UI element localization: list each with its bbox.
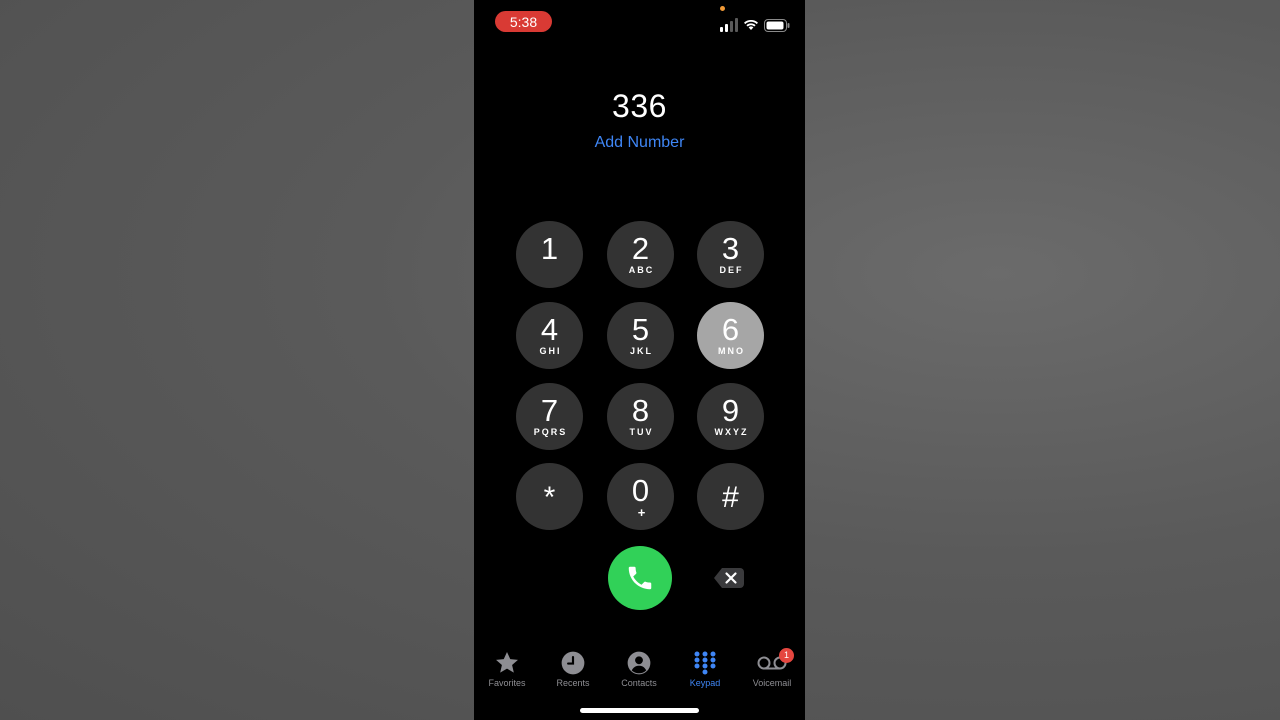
key-3[interactable]: 3 DEF <box>697 221 764 288</box>
key-6[interactable]: 6 MNO <box>697 302 764 369</box>
key-letters: DEF <box>719 265 744 275</box>
key-letters: TUV <box>629 427 654 437</box>
status-time: 5:38 <box>509 13 538 30</box>
battery-icon <box>764 19 790 32</box>
signal-icon <box>720 18 738 32</box>
clock-icon <box>561 651 585 675</box>
key-digit: 6 <box>721 312 740 347</box>
tab-label: Voicemail <box>752 678 792 688</box>
dialed-number: 336 <box>612 88 667 124</box>
key-digit: 5 <box>631 312 650 347</box>
status-time-pill[interactable]: 5:38 <box>495 11 552 32</box>
tab-label: Keypad <box>689 678 721 688</box>
tab-keypad[interactable]: Keypad <box>673 650 737 688</box>
call-button[interactable] <box>608 546 672 610</box>
backspace-icon <box>714 568 744 588</box>
tab-recents[interactable]: Recents <box>541 650 605 688</box>
key-digit: 9 <box>721 393 740 428</box>
person-icon <box>627 651 651 675</box>
key-hash[interactable]: # <box>697 463 764 530</box>
key-star[interactable]: * <box>516 463 583 530</box>
keypad-icon <box>694 651 716 675</box>
phone-icon <box>628 566 652 590</box>
voicemail-badge: 1 <box>779 648 794 663</box>
key-digit: 0 <box>631 473 650 508</box>
key-letters: JKL <box>629 346 653 356</box>
key-letters: ABC <box>628 265 655 275</box>
key-9[interactable]: 9 WXYZ <box>697 383 764 450</box>
key-digit: 1 <box>540 231 559 266</box>
key-digit: * <box>543 481 556 514</box>
key-5[interactable]: 5 JKL <box>607 302 674 369</box>
key-letters: MNO <box>718 346 745 356</box>
key-digit: 3 <box>721 231 740 266</box>
wifi-icon <box>744 19 758 30</box>
key-digit: 4 <box>540 312 559 347</box>
add-number-link[interactable]: Add Number <box>474 134 805 152</box>
tab-label: Favorites <box>488 678 526 688</box>
key-2[interactable]: 2 ABC <box>607 221 674 288</box>
key-7[interactable]: 7 PQRS <box>516 383 583 450</box>
key-8[interactable]: 8 TUV <box>607 383 674 450</box>
key-digit: 2 <box>631 231 650 266</box>
home-indicator[interactable] <box>580 708 699 713</box>
tab-favorites[interactable]: Favorites <box>475 650 539 688</box>
key-letters: + <box>637 505 646 520</box>
tab-voicemail[interactable]: 1 Voicemail <box>740 648 804 688</box>
key-digit: # <box>722 481 739 514</box>
key-letters: WXYZ <box>714 427 749 437</box>
key-digit: 8 <box>631 393 650 428</box>
key-1[interactable]: 1 <box>516 221 583 288</box>
key-letters: PQRS <box>533 427 568 437</box>
tab-label: Recents <box>556 678 590 688</box>
key-0[interactable]: 0 + <box>607 463 674 530</box>
mic-indicator-dot <box>720 6 725 11</box>
key-4[interactable]: 4 GHI <box>516 302 583 369</box>
delete-button[interactable] <box>712 566 746 590</box>
tab-contacts[interactable]: Contacts <box>607 650 671 688</box>
star-icon <box>496 651 518 673</box>
key-letters: GHI <box>539 346 562 356</box>
key-digit: 7 <box>540 393 559 428</box>
phone-screen: 5:38 336 Add Number 1 2 ABC 3 DEF 4 GHI … <box>474 0 805 720</box>
tab-label: Contacts <box>621 678 657 688</box>
